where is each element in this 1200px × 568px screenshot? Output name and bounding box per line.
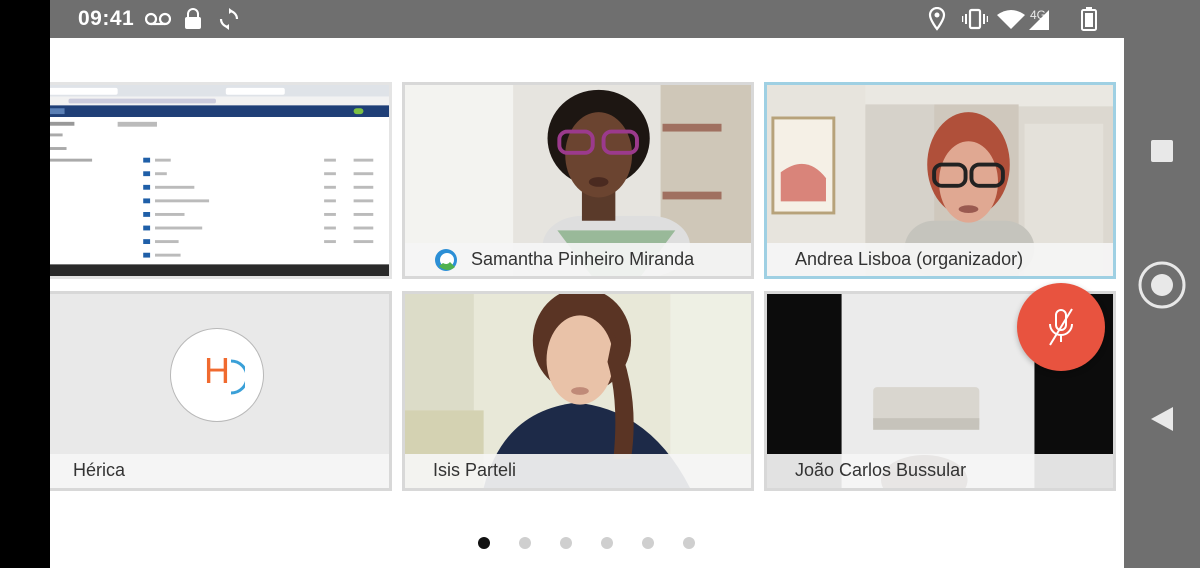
mic-off-icon — [1049, 308, 1073, 346]
page-dot-6[interactable] — [683, 537, 695, 549]
recents-icon — [1151, 140, 1173, 162]
home-button[interactable] — [1138, 261, 1186, 309]
location-icon — [928, 7, 946, 31]
avatar-accent-arc — [230, 359, 245, 395]
home-icon — [1138, 261, 1186, 309]
back-icon — [1151, 407, 1173, 431]
vibrate-icon — [962, 8, 988, 30]
voicemail-icon — [145, 12, 171, 26]
participant-name: Isis Parteli — [433, 460, 517, 480]
page-dot-1[interactable] — [478, 537, 490, 549]
shared-screen-preview — [50, 85, 389, 276]
tile-participant-samantha[interactable]: Samantha Pinheiro Miranda — [402, 82, 754, 279]
name-bar: Andrea Lisboa (organizador) — [767, 243, 1113, 276]
page-dot-5[interactable] — [642, 537, 654, 549]
left-bezel — [0, 0, 50, 568]
page-dot-3[interactable] — [560, 537, 572, 549]
back-button[interactable] — [1149, 406, 1175, 432]
navigation-bar — [1124, 0, 1200, 568]
sync-icon — [219, 8, 239, 30]
name-bar: Hérica — [50, 454, 389, 488]
signal-icon — [1029, 10, 1049, 30]
status-time: 09:41 — [78, 7, 135, 30]
wifi-icon — [997, 10, 1025, 29]
name-bar: Samantha Pinheiro Miranda — [405, 243, 751, 276]
meet-logo-icon — [435, 249, 457, 271]
battery-icon — [1081, 7, 1097, 31]
participant-name: João Carlos Bussular — [795, 460, 967, 480]
avatar-initial: H — [204, 350, 230, 391]
page-dot-4[interactable] — [601, 537, 613, 549]
recents-button[interactable] — [1150, 139, 1174, 163]
participant-name: Andrea Lisboa (organizador) — [795, 249, 1024, 269]
tile-participant-herica[interactable]: H Hérica — [50, 291, 392, 491]
meeting-screen: 09:41 4G Samantha Pinheiro Miranda Andre… — [50, 0, 1124, 568]
name-bar: João Carlos Bussular — [767, 454, 1113, 488]
tile-participant-andrea[interactable]: Andrea Lisboa (organizador) — [764, 82, 1116, 279]
status-bar: 09:41 4G — [50, 0, 1124, 38]
avatar: H — [170, 328, 264, 422]
page-dot-2[interactable] — [519, 537, 531, 549]
participant-name: Hérica — [73, 460, 126, 480]
lock-icon — [185, 8, 201, 29]
participant-name: Samantha Pinheiro Miranda — [471, 249, 695, 269]
tile-participant-isis[interactable]: Isis Parteli — [402, 291, 754, 491]
unmute-button[interactable] — [1017, 283, 1105, 371]
tile-screen-share[interactable] — [50, 82, 392, 279]
name-bar: Isis Parteli — [405, 454, 751, 488]
